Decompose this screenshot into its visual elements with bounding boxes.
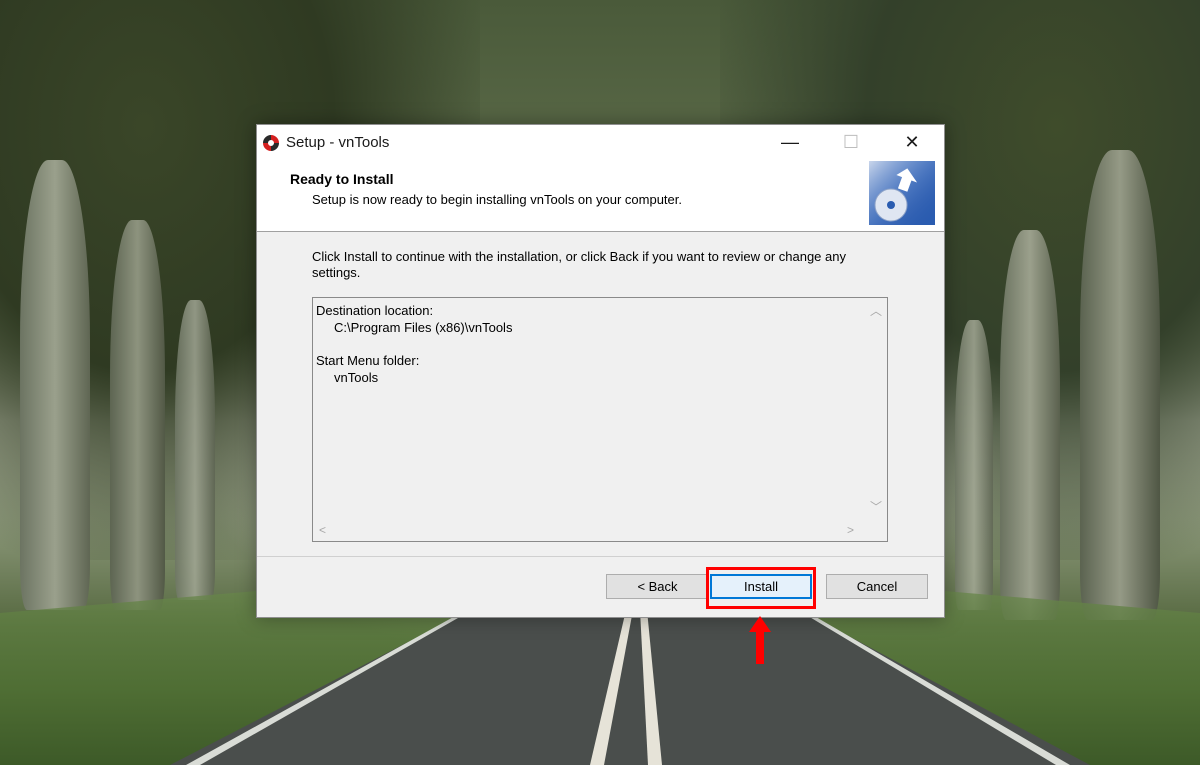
vertical-scrollbar[interactable]: ︿ ﹀ — [865, 298, 887, 520]
back-button[interactable]: < Back — [606, 574, 709, 599]
scroll-up-icon[interactable]: ︿ — [870, 302, 882, 319]
start-menu-label: Start Menu folder: — [316, 353, 420, 368]
start-menu-value: vnTools — [334, 370, 379, 385]
wizard-header: Ready to Install Setup is now ready to b… — [257, 159, 944, 232]
title-bar[interactable]: Setup - vnTools — ☐ ✕ — [257, 125, 944, 159]
red-up-arrow-icon — [749, 616, 771, 664]
scroll-right-icon[interactable]: > — [847, 523, 854, 537]
instruction-text: Click Install to continue with the insta… — [312, 249, 846, 280]
scroll-left-icon[interactable]: < — [319, 523, 326, 537]
page-subtitle: Setup is now ready to begin installing v… — [312, 192, 682, 207]
setup-dialog: Setup - vnTools — ☐ ✕ Ready to Install S… — [256, 124, 945, 618]
cancel-button[interactable]: Cancel — [826, 574, 928, 599]
window-title: Setup - vnTools — [286, 134, 390, 151]
install-highlight-box — [706, 567, 816, 609]
wizard-body: Click Install to continue with the insta… — [257, 232, 944, 556]
summary-text: Destination location: C:\Program Files (… — [316, 302, 512, 386]
scroll-corner — [865, 520, 887, 541]
destination-value: C:\Program Files (x86)\vnTools — [334, 320, 513, 335]
scroll-down-icon[interactable]: ﹀ — [870, 498, 882, 515]
horizontal-scrollbar[interactable]: < > — [313, 520, 865, 541]
setup-disc-icon — [869, 161, 935, 225]
summary-memo[interactable]: Destination location: C:\Program Files (… — [312, 297, 888, 542]
minimize-button[interactable]: — — [767, 125, 813, 159]
maximize-button[interactable]: ☐ — [828, 125, 874, 159]
footer-divider — [257, 556, 944, 557]
close-button[interactable]: ✕ — [889, 125, 935, 159]
destination-label: Destination location: — [316, 303, 434, 318]
page-title: Ready to Install — [290, 171, 394, 187]
vntools-logo-icon — [263, 135, 279, 151]
